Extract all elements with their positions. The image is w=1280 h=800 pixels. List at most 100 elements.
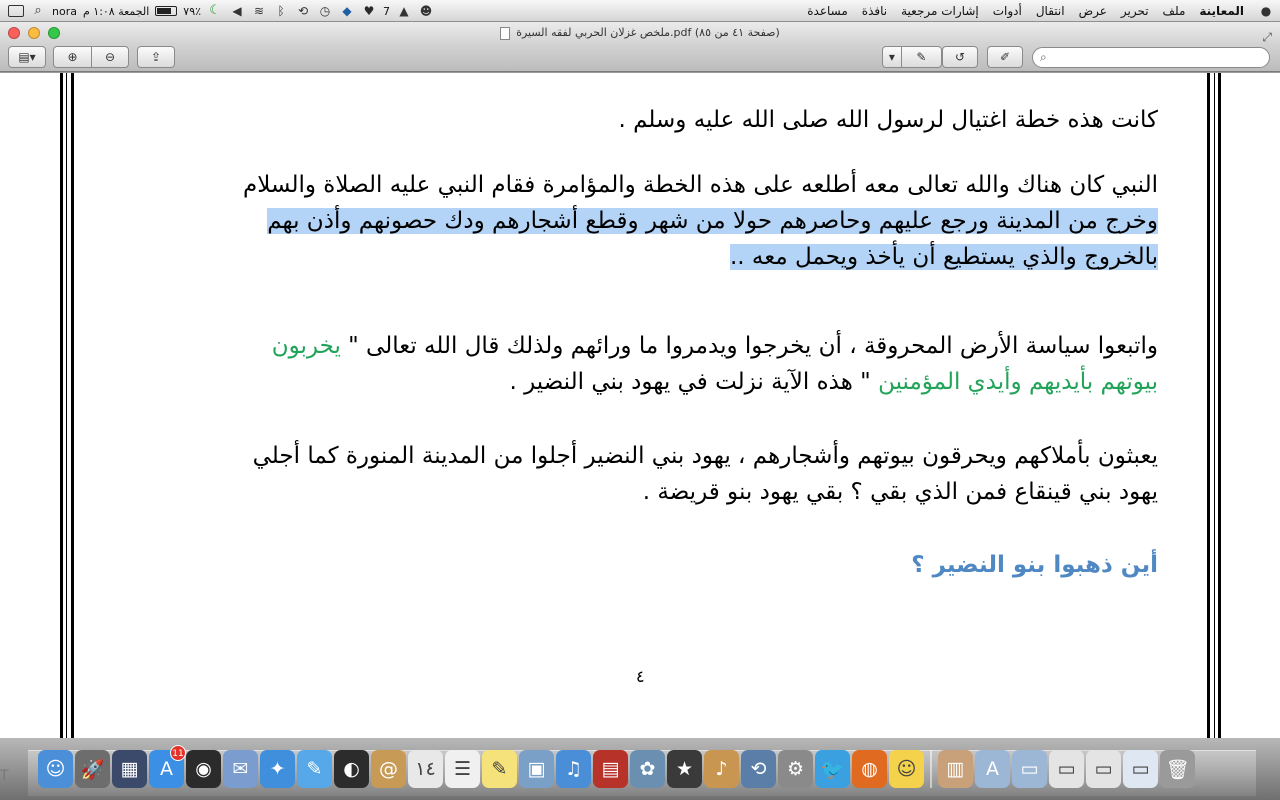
dock-notes[interactable]: ✎ [482, 750, 517, 788]
dock-window-stack-2[interactable]: ▭ [1123, 750, 1158, 788]
dock-applications-folder[interactable]: A [975, 750, 1010, 788]
menu-view[interactable]: عرض [1079, 4, 1107, 18]
menubar-user[interactable]: nora [52, 5, 77, 18]
zoom-in-button[interactable]: ⊕ [54, 47, 91, 67]
search-input[interactable]: ⌕ [1032, 47, 1270, 68]
window-title-wrap: ملخص غزلان الحربي لفقه السيرة.pdf (صفحة … [500, 22, 780, 44]
menu-window[interactable]: نافذة [862, 4, 887, 18]
twitter-icon: 🐦 [820, 758, 845, 781]
zoom-in-icon: ⊕ [67, 50, 78, 64]
battery-percent: ٧٩٪ [183, 4, 202, 18]
text-line: كانت هذه خطة اغتيال لرسول الله صلى الله … [110, 102, 1158, 138]
body-text: كانت هذه خطة اغتيال لرسول الله صلى الله … [618, 107, 1158, 133]
firefox-icon: ◍ [861, 758, 878, 780]
dock-preview[interactable]: ▣ [519, 750, 554, 788]
menu-file[interactable]: ملف [1163, 4, 1186, 18]
dock-garageband[interactable]: ♪ [704, 750, 739, 788]
menu-bookmarks[interactable]: إشارات مرجعية [901, 4, 979, 18]
menu-tools[interactable]: أدوات [993, 4, 1022, 18]
highlighted-text: بالخروج والذي يستطيع أن يأخذ ويحمل معه .… [730, 244, 1158, 270]
dock-dashboard[interactable]: ◉ [186, 750, 221, 788]
bluetooth-icon[interactable]: ᛒ [273, 4, 289, 18]
notification-count[interactable]: 7 [383, 5, 390, 18]
close-button[interactable] [8, 27, 20, 39]
zoom-button[interactable] [48, 27, 60, 39]
smile-icon[interactable]: ☻ [418, 4, 434, 18]
dock-time-machine[interactable]: ⟲ [741, 750, 776, 788]
dock-reminders[interactable]: ☰ [445, 750, 480, 788]
minimize-button[interactable] [28, 27, 40, 39]
menu-go[interactable]: انتقال [1036, 4, 1065, 18]
toolbar: ▤▾ ⊕ ⊖ ⇪ ▾ ✎ ↺ ✐ ⌕ [0, 44, 1280, 72]
dropbox-icon[interactable]: ◆ [339, 4, 355, 18]
apple-icon[interactable]: ● [1258, 4, 1274, 18]
body-text: النبي كان هناك والله تعالى معه أطلعه على… [243, 172, 1158, 198]
dock-downloads-stack[interactable]: ▭ [1049, 750, 1084, 788]
dock-archive[interactable]: ▥ [938, 750, 973, 788]
dock-photo-booth[interactable]: ▤ [593, 750, 628, 788]
menubar: ⌕ nora الجمعة ١:٠٨ م ٧٩٪ ☾ ◀ ≋ ᛒ ⟲ ◷ ◆ ♥… [0, 0, 1280, 22]
dock-documents-folder[interactable]: ▭ [1012, 750, 1047, 788]
dock-trash[interactable]: 🗑 [1160, 750, 1195, 788]
preview-icon: ▣ [527, 758, 546, 780]
zoom-out-icon: ⊖ [104, 50, 116, 64]
spotlight-icon[interactable]: ⌕ [30, 4, 46, 18]
time-machine-icon[interactable]: ⟲ [295, 4, 311, 18]
text-line: واتبعوا سياسة الأرض المحروقة ، أن يخرجوا… [110, 328, 1158, 364]
chevron-down-icon: ▾ [888, 50, 895, 64]
dock-emoji-app[interactable]: ☺ [889, 750, 924, 788]
battery-icon[interactable] [155, 6, 178, 16]
dock-facetime[interactable]: ◐ [334, 750, 369, 788]
dock-window-stack-1[interactable]: ▭ [1086, 750, 1121, 788]
pencil-icon: ✐ [999, 50, 1011, 64]
pdf-page-view[interactable]: كانت هذه خطة اغتيال لرسول الله صلى الله … [0, 73, 1280, 738]
dock-mission-control[interactable]: ▦ [112, 750, 147, 788]
calendar-icon: ١٤ [415, 758, 436, 780]
dock-launchpad[interactable]: 🚀 [75, 750, 110, 788]
finder-icon: ☺ [45, 758, 66, 780]
dock-system-preferences[interactable]: ⚙ [778, 750, 813, 788]
dock-finder[interactable]: ☺ [38, 750, 73, 788]
dock-mail[interactable]: ✉ [223, 750, 258, 788]
dock-itunes[interactable]: ♫ [556, 750, 591, 788]
dock-calendar[interactable]: ١٤ [408, 750, 443, 788]
dock-safari[interactable]: ✦ [260, 750, 295, 788]
zoom-out-button[interactable]: ⊖ [91, 47, 128, 67]
documents-folder-icon: ▭ [1020, 758, 1039, 780]
moon-icon[interactable]: ☾ [207, 4, 223, 18]
dock-messages[interactable]: ✎ [297, 750, 332, 788]
annotate-menu-button[interactable]: ▾ [883, 47, 901, 67]
dock-firefox[interactable]: ◍ [852, 750, 887, 788]
menu-edit[interactable]: تحرير [1121, 4, 1149, 18]
zoom-group: ⊕ ⊖ [53, 46, 129, 68]
wifi-icon[interactable]: ≋ [251, 4, 267, 18]
twitter-icon[interactable]: ♥ [361, 4, 377, 18]
rotate-icon: ↺ [954, 50, 966, 64]
share-button[interactable]: ⇪ [137, 46, 175, 68]
dock-contacts[interactable]: @ [371, 750, 406, 788]
rotate-button[interactable]: ↺ [942, 46, 978, 68]
sidebar-toggle-icon[interactable] [8, 5, 24, 17]
adobe-icon[interactable]: ▲ [396, 4, 412, 18]
dock-twitter[interactable]: 🐦 [815, 750, 850, 788]
dock-imovie[interactable]: ★ [667, 750, 702, 788]
annotate-group: ▾ ✎ [882, 46, 942, 68]
highlighted-text: وخرج من المدينة ورجع عليهم وحاصرهم حولا … [267, 208, 1158, 234]
paragraph: كانت هذه خطة اغتيال لرسول الله صلى الله … [110, 102, 1158, 138]
menubar-status-area: ⌕ nora الجمعة ١:٠٨ م ٧٩٪ ☾ ◀ ≋ ᛒ ⟲ ◷ ◆ ♥… [8, 0, 434, 22]
menu-help[interactable]: مساعدة [807, 4, 848, 18]
menubar-clock[interactable]: الجمعة ١:٠٨ م [83, 5, 149, 18]
dock: T ☺ 🚀 ▦ A 11 ◉ ✉ ✦ ✎ ◐ @١٤ ☰ ✎ ▣ ♫ ▤ ✿ ★ ♪ ⟲ ⚙ 🐦 ◍ ☺ ▥ A ▭ ▭ ▭ ▭ 🗑 [0, 738, 1280, 800]
menu-app-name[interactable]: المعاينة [1199, 4, 1244, 18]
clock-icon[interactable]: ◷ [317, 4, 333, 18]
document-icon[interactable] [500, 26, 511, 40]
dock-iphoto[interactable]: ✿ [630, 750, 665, 788]
dock-app-store[interactable]: A 11 [149, 745, 186, 788]
highlight-button[interactable]: ✎ [900, 47, 941, 67]
paragraph: واتبعوا سياسة الأرض المحروقة ، أن يخرجوا… [110, 328, 1158, 400]
reminders-icon: ☰ [453, 758, 472, 780]
edit-toolbar-button[interactable]: ✐ [987, 46, 1023, 68]
view-menu-button[interactable]: ▤▾ [8, 46, 46, 68]
volume-icon[interactable]: ◀ [229, 4, 245, 18]
system-preferences-icon: ⚙ [786, 758, 805, 780]
